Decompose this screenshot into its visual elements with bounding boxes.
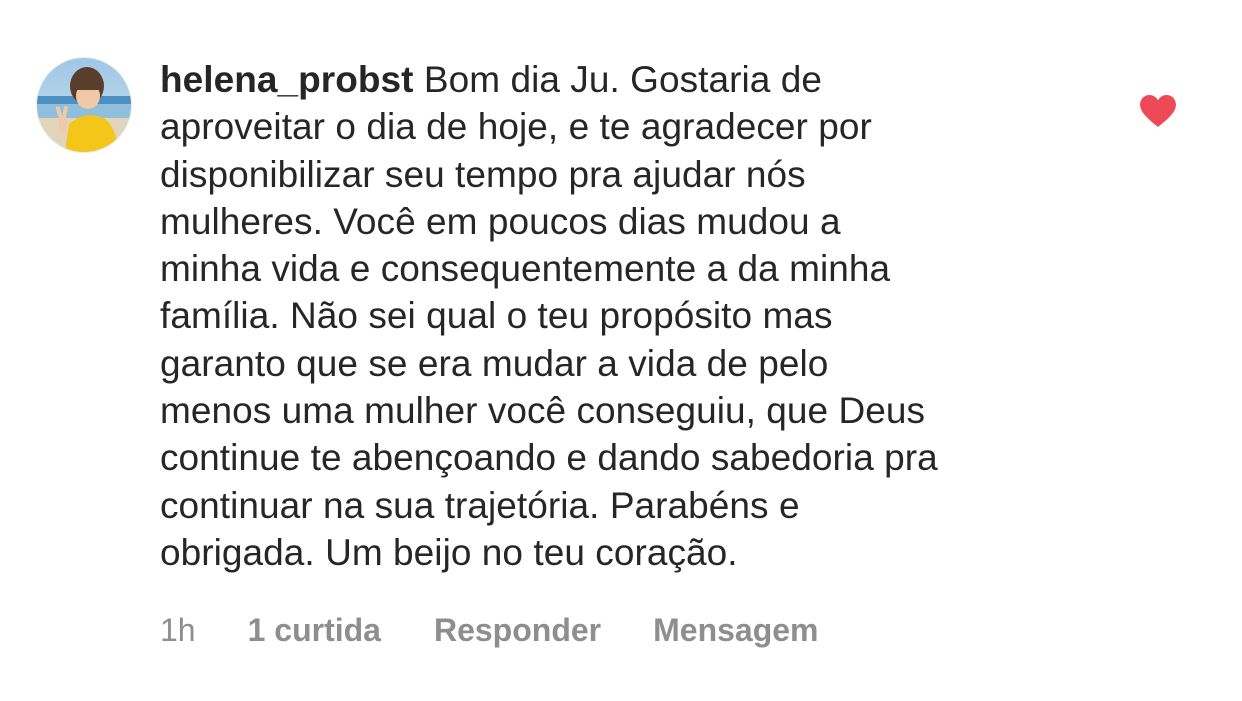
likes-count-link[interactable]: 1 curtida xyxy=(248,612,381,649)
comment-text-line: menos uma mulher você conseguiu, que Deu… xyxy=(160,390,926,432)
comment-timestamp: 1h xyxy=(160,611,196,648)
reply-button[interactable]: Responder xyxy=(434,612,601,649)
comment-text-line: mulheres. Você em poucos dias mudou a xyxy=(160,200,841,242)
message-button[interactable]: Mensagem xyxy=(653,612,818,649)
comment-text-line: continuar na sua trajetória. Parabéns e xyxy=(160,484,800,526)
comment-text-line: Bom dia Ju. Gostaria de xyxy=(423,59,822,100)
comment-text-line: obrigada. Um beijo no teu coração. xyxy=(160,531,738,573)
comment-body: helena_probst Bom dia Ju. Gostaria de apr… xyxy=(160,56,1090,576)
comment: helena_probst Bom dia Ju. Gostaria de apr… xyxy=(0,0,1242,701)
profile-photo-icon xyxy=(37,58,131,152)
comment-text-line: disponibilizar seu tempo pra ajudar nós xyxy=(160,153,806,195)
comment-text-line: aproveitar o dia de hoje, e te agradecer… xyxy=(160,106,872,148)
comment-text-line: continue te abençoando e dando sabedoria… xyxy=(160,437,938,479)
comment-text-line: família. Não sei qual o teu propósito ma… xyxy=(160,295,833,337)
comment-actions: 1h 1 curtida Responder Mensagem xyxy=(160,608,819,652)
comment-username[interactable]: helena_probst xyxy=(160,59,414,100)
like-heart-icon[interactable] xyxy=(1139,94,1177,128)
comment-text-line: garanto que se era mudar a vida de pelo xyxy=(160,342,829,384)
comment-text-line: minha vida e consequentemente a da minha xyxy=(160,248,891,290)
avatar[interactable] xyxy=(37,58,131,152)
